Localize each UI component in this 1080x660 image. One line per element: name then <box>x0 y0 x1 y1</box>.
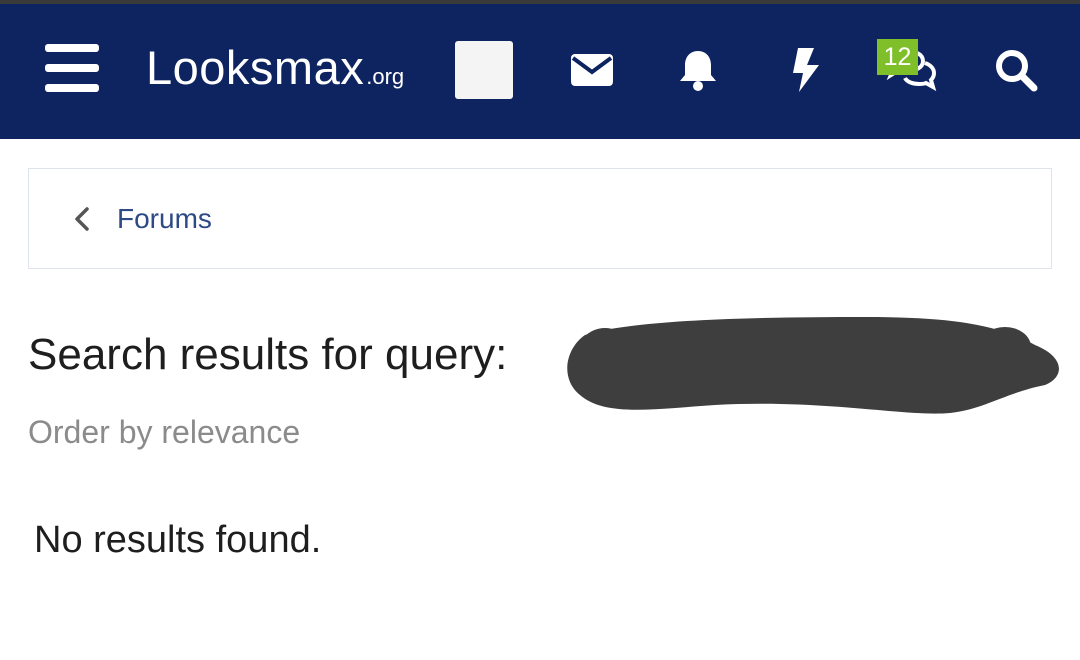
top-navbar: Looksmax .org 12 <box>0 4 1080 139</box>
site-logo[interactable]: Looksmax .org <box>146 40 404 100</box>
page-title: Search results for query: <box>28 330 508 379</box>
logo-main-text: Looksmax <box>146 41 365 94</box>
bolt-icon[interactable] <box>778 42 834 98</box>
breadcrumb-label: Forums <box>117 202 212 234</box>
menu-icon[interactable] <box>44 44 100 92</box>
envelope-icon[interactable] <box>564 42 620 98</box>
chat-count-badge: 12 <box>877 39 918 75</box>
redaction-scribble <box>567 317 1059 414</box>
breadcrumb-link-forums[interactable]: Forums <box>73 203 212 235</box>
search-icon[interactable] <box>988 42 1044 98</box>
avatar[interactable] <box>455 41 513 99</box>
logo-tld-text: .org <box>366 64 405 89</box>
bell-icon[interactable] <box>670 42 726 98</box>
chevron-left-icon <box>75 206 89 231</box>
empty-results-message: No results found. <box>34 519 322 561</box>
order-by-relevance-link[interactable]: Order by relevance <box>28 414 300 451</box>
breadcrumb: Forums <box>28 168 1052 269</box>
page: Looksmax .org 12 Forums Search results f… <box>0 0 1080 660</box>
